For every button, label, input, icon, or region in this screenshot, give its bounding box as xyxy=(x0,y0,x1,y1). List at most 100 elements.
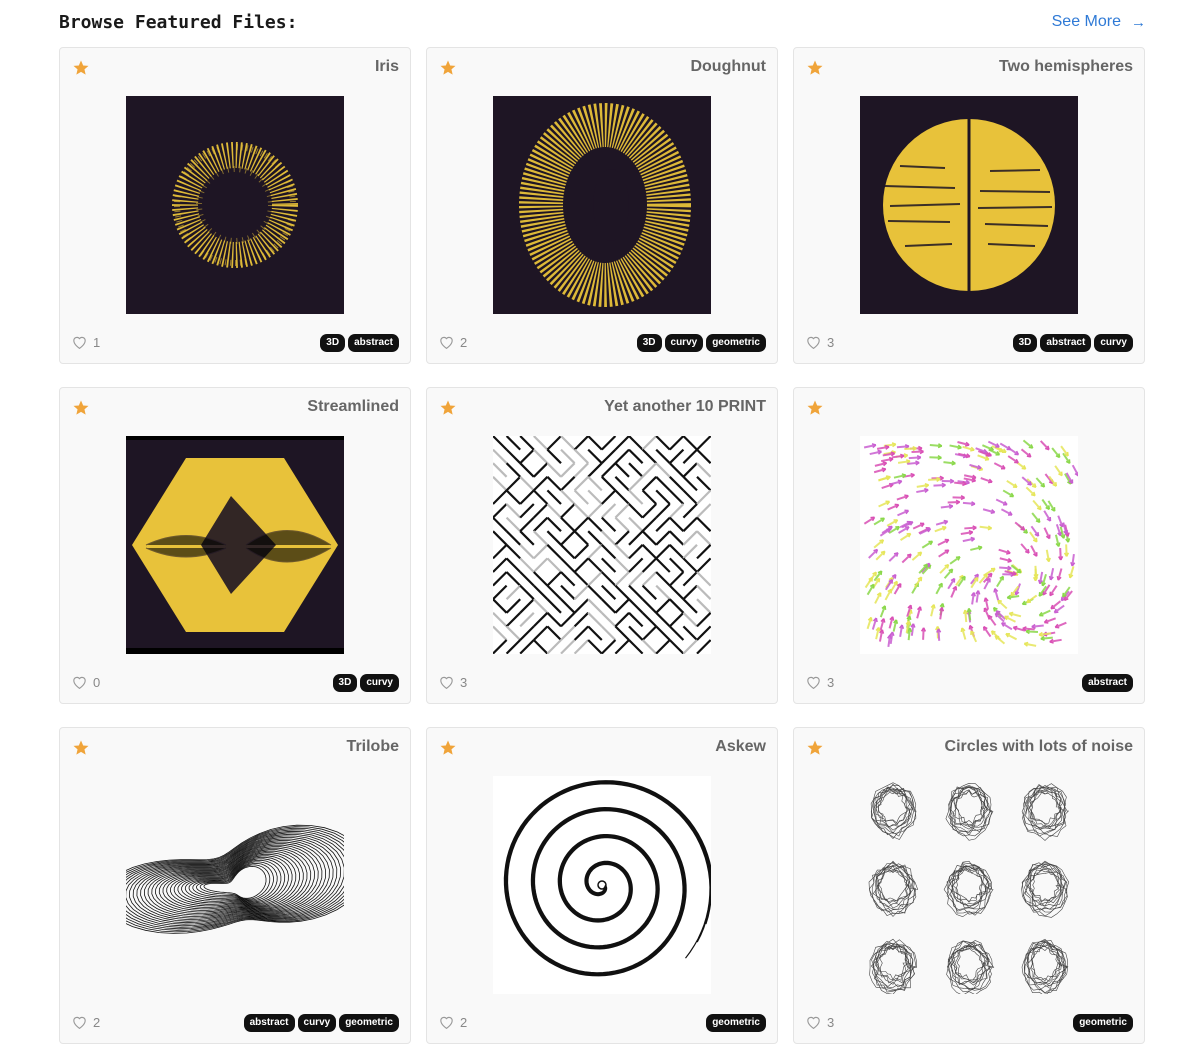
like-count-value: 3 xyxy=(827,334,835,350)
see-more-label: See More xyxy=(1051,13,1121,30)
star-icon[interactable] xyxy=(439,399,457,417)
tag[interactable]: abstract xyxy=(243,1014,295,1032)
card-title[interactable]: Two hemispheres xyxy=(999,58,1133,76)
tag-list: 3D curvy xyxy=(332,674,399,692)
tag[interactable]: abstract xyxy=(1082,674,1133,692)
like-count-value: 2 xyxy=(460,334,468,350)
card-title[interactable]: Iris xyxy=(375,58,399,76)
star-icon[interactable] xyxy=(72,739,90,757)
heart-icon[interactable] xyxy=(805,674,822,690)
card-title[interactable]: Askew xyxy=(715,738,766,756)
like-count-value: 3 xyxy=(827,1014,835,1030)
tag-list: geometric xyxy=(706,1014,766,1032)
star-icon[interactable] xyxy=(806,399,824,417)
tag[interactable]: curvy xyxy=(297,1014,337,1032)
like-count[interactable]: 1 xyxy=(71,333,100,351)
tag[interactable]: geometric xyxy=(706,1014,766,1032)
card-thumbnail[interactable] xyxy=(493,96,711,314)
file-card-trilobe[interactable]: Trilobe 2 abstract curvy geometric xyxy=(59,727,411,1044)
card-thumbnail[interactable] xyxy=(126,96,344,314)
tag-list: 3D abstract curvy xyxy=(1012,334,1133,352)
star-icon[interactable] xyxy=(72,59,90,77)
card-title[interactable]: Yet another 10 PRINT xyxy=(604,398,766,416)
star-icon[interactable] xyxy=(72,399,90,417)
heart-icon[interactable] xyxy=(438,334,455,350)
tag-list: abstract curvy geometric xyxy=(243,1014,399,1032)
like-count[interactable]: 2 xyxy=(71,1013,100,1031)
like-count-value: 3 xyxy=(827,674,835,690)
card-title[interactable]: Circles with lots of noise xyxy=(945,738,1133,756)
like-count[interactable]: 3 xyxy=(438,673,467,691)
heart-icon[interactable] xyxy=(805,1014,822,1030)
card-thumbnail[interactable] xyxy=(860,436,1078,654)
tag[interactable]: 3D xyxy=(332,674,358,692)
card-title[interactable]: Streamlined xyxy=(307,398,399,416)
spiral-artwork xyxy=(493,776,711,994)
iris-artwork xyxy=(126,96,344,314)
tag[interactable]: geometric xyxy=(339,1014,399,1032)
tag-list: 3D curvy geometric xyxy=(636,334,766,352)
file-card-untitled[interactable]: 3 abstract xyxy=(793,387,1145,704)
tag[interactable]: curvy xyxy=(1094,334,1133,352)
file-card-circles-noise[interactable]: Circles with lots of noise 3 geometric xyxy=(793,727,1145,1044)
tag-list: 3D abstract xyxy=(320,334,399,352)
tag[interactable]: abstract xyxy=(1040,334,1092,352)
tag[interactable]: 3D xyxy=(1012,334,1038,352)
star-icon[interactable] xyxy=(806,739,824,757)
like-count[interactable]: 3 xyxy=(805,333,834,351)
see-more-link[interactable]: See More → xyxy=(1052,13,1146,31)
tag[interactable]: abstract xyxy=(348,334,399,352)
hemispheres-artwork xyxy=(860,96,1078,314)
heart-icon[interactable] xyxy=(71,1014,88,1030)
tag[interactable]: curvy xyxy=(664,334,704,352)
file-card-10-print[interactable]: Yet another 10 PRINT 3 xyxy=(426,387,778,704)
heart-icon[interactable] xyxy=(71,334,88,350)
tag-list: geometric xyxy=(1073,1014,1133,1032)
10-print-maze-artwork xyxy=(493,436,711,654)
arrow-field-artwork xyxy=(860,436,1078,654)
tag[interactable]: geometric xyxy=(706,334,766,352)
card-title[interactable]: Trilobe xyxy=(347,738,399,756)
card-thumbnail[interactable] xyxy=(126,436,344,654)
like-count[interactable]: 3 xyxy=(805,1013,834,1031)
tag[interactable]: 3D xyxy=(636,334,662,352)
star-icon[interactable] xyxy=(806,59,824,77)
like-count-value: 2 xyxy=(460,1014,468,1030)
trilobe-artwork xyxy=(126,776,344,994)
featured-header: Browse Featured Files: See More → xyxy=(59,8,1146,36)
card-thumbnail[interactable] xyxy=(493,436,711,654)
star-icon[interactable] xyxy=(439,59,457,77)
tag[interactable]: curvy xyxy=(360,674,399,692)
like-count[interactable]: 3 xyxy=(805,673,834,691)
card-thumbnail[interactable] xyxy=(860,776,1078,994)
arrow-right-icon: → xyxy=(1131,13,1146,31)
like-count-value: 3 xyxy=(460,674,468,690)
heart-icon[interactable] xyxy=(805,334,822,350)
streamlined-artwork xyxy=(126,436,344,654)
heart-icon[interactable] xyxy=(438,1014,455,1030)
file-card-streamlined[interactable]: Streamlined 0 3D curvy xyxy=(59,387,411,704)
star-icon[interactable] xyxy=(439,739,457,757)
like-count[interactable]: 2 xyxy=(438,1013,467,1031)
like-count[interactable]: 0 xyxy=(71,673,100,691)
card-title[interactable]: Doughnut xyxy=(690,58,766,76)
card-thumbnail[interactable] xyxy=(493,776,711,994)
card-thumbnail[interactable] xyxy=(126,776,344,994)
like-count-value: 2 xyxy=(93,1014,101,1030)
like-count-value: 0 xyxy=(93,674,101,690)
tag[interactable]: geometric xyxy=(1073,1014,1133,1032)
section-title: Browse Featured Files: xyxy=(59,12,298,33)
heart-icon[interactable] xyxy=(71,674,88,690)
file-card-askew[interactable]: Askew 2 geometric xyxy=(426,727,778,1044)
card-thumbnail[interactable] xyxy=(860,96,1078,314)
like-count-value: 1 xyxy=(93,334,101,350)
heart-icon[interactable] xyxy=(438,674,455,690)
like-count[interactable]: 2 xyxy=(438,333,467,351)
file-card-iris[interactable]: Iris 1 3D abstract xyxy=(59,47,411,364)
tag[interactable]: 3D xyxy=(320,334,346,352)
file-card-two-hemispheres[interactable]: Two hemispheres 3 3D abstract curvy xyxy=(793,47,1145,364)
noisy-circles-artwork xyxy=(860,776,1078,994)
tag-list: abstract xyxy=(1082,674,1133,692)
file-card-doughnut[interactable]: Doughnut 2 3D curvy geometric xyxy=(426,47,778,364)
doughnut-artwork xyxy=(493,96,711,314)
